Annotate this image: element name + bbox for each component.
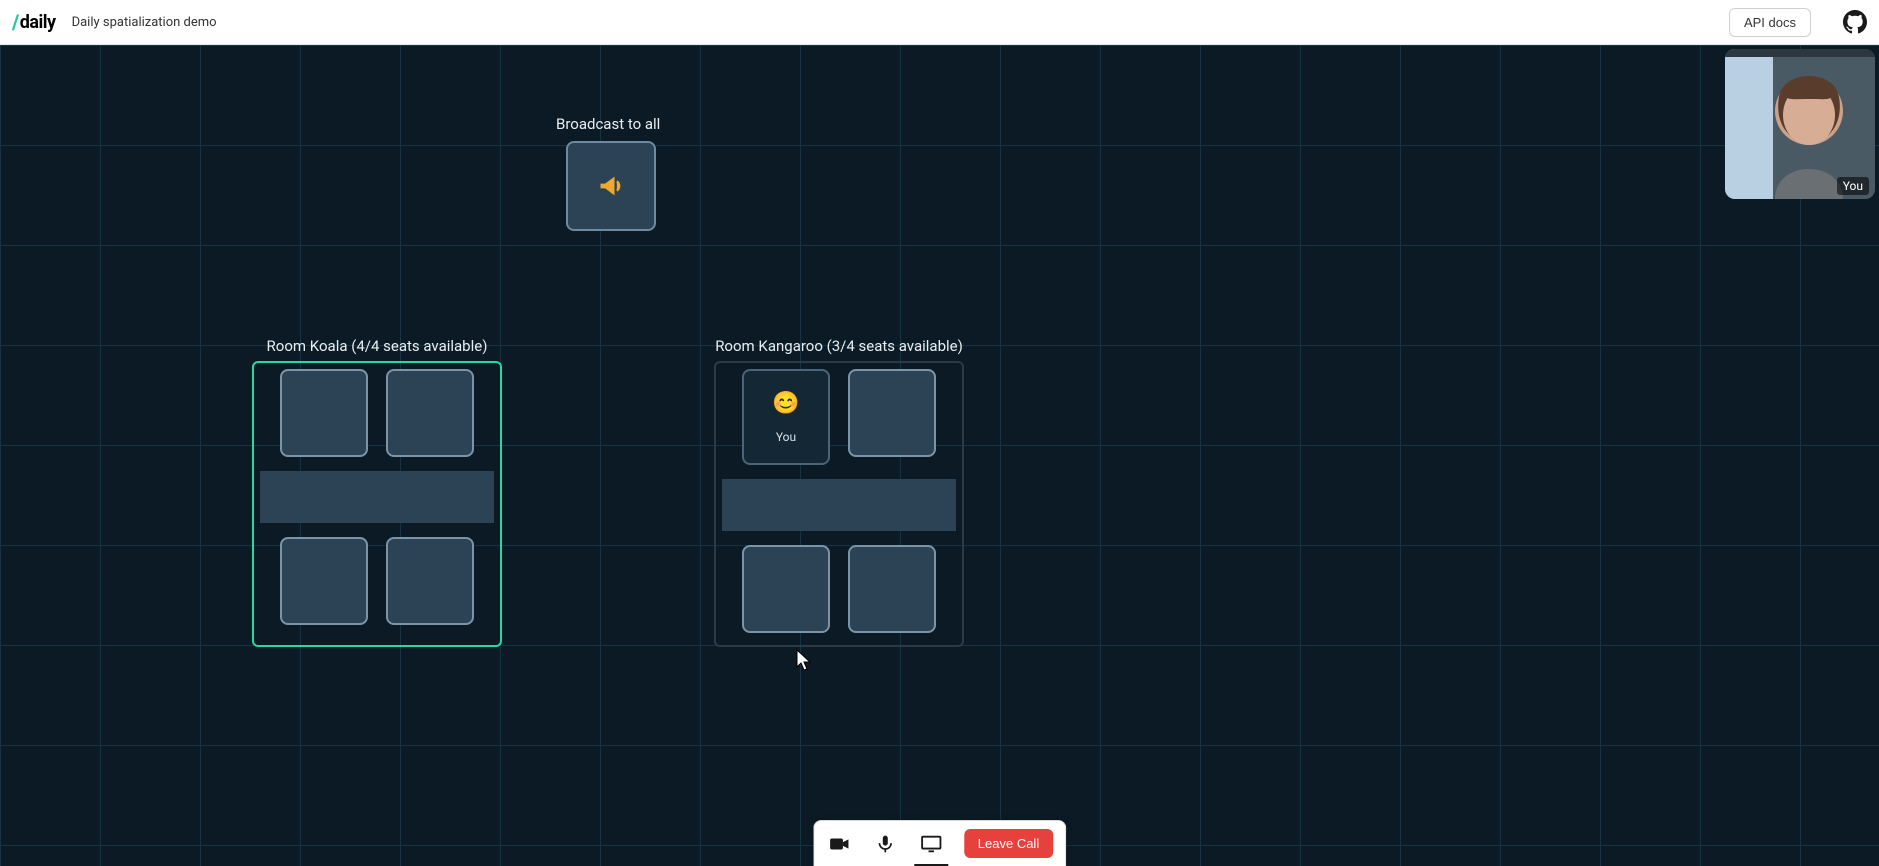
room-koala-seat-4[interactable] — [386, 537, 474, 625]
room-kangaroo-seat-1[interactable]: 😊 You — [742, 369, 830, 465]
logo-slash-icon: / — [12, 10, 19, 34]
room-kangaroo-box[interactable]: 😊 You — [714, 361, 964, 647]
self-video-tile[interactable]: You — [1725, 49, 1875, 199]
room-kangaroo-table — [722, 479, 956, 531]
github-icon[interactable] — [1843, 10, 1867, 34]
room-koala-seat-2[interactable] — [386, 369, 474, 457]
room-kangaroo-seat-3[interactable] — [742, 545, 830, 633]
mic-icon — [875, 834, 895, 854]
logo-text: daily — [20, 12, 56, 33]
seat-participant-name: You — [776, 430, 796, 444]
room-kangaroo-seat-4[interactable] — [848, 545, 936, 633]
leave-call-button[interactable]: Leave Call — [964, 829, 1053, 858]
app-header: / daily Daily spatialization demo API do… — [0, 0, 1879, 45]
room-koala-label: Room Koala (4/4 seats available) — [252, 337, 502, 355]
screenshare-toggle-button[interactable] — [918, 831, 944, 857]
broadcast-area: Broadcast to all — [566, 115, 656, 231]
api-docs-button[interactable]: API docs — [1729, 8, 1811, 37]
room-koala: Room Koala (4/4 seats available) — [252, 337, 502, 647]
camera-icon — [828, 833, 850, 855]
broadcast-label: Broadcast to all — [556, 115, 646, 133]
avatar-emoji: 😊 — [772, 391, 799, 416]
spatial-canvas[interactable]: You Broadcast to all Room Koala (4/4 sea… — [0, 45, 1879, 866]
room-kangaroo-seat-2[interactable] — [848, 369, 936, 457]
call-tray: Leave Call — [813, 820, 1066, 866]
page-title: Daily spatialization demo — [72, 15, 217, 30]
screenshare-icon — [920, 833, 942, 855]
room-kangaroo: Room Kangaroo (3/4 seats available) 😊 Yo… — [714, 337, 964, 647]
camera-toggle-button[interactable] — [826, 831, 852, 857]
room-koala-table — [260, 471, 494, 523]
mic-toggle-button[interactable] — [872, 831, 898, 857]
room-koala-seat-3[interactable] — [280, 537, 368, 625]
megaphone-icon — [597, 172, 625, 200]
mouse-cursor-icon — [796, 649, 814, 673]
room-koala-box[interactable] — [252, 361, 502, 647]
room-koala-seat-1[interactable] — [280, 369, 368, 457]
self-video-label: You — [1837, 177, 1869, 195]
broadcast-tile[interactable] — [566, 141, 656, 231]
logo: / daily — [12, 10, 56, 34]
room-kangaroo-label: Room Kangaroo (3/4 seats available) — [714, 337, 964, 355]
